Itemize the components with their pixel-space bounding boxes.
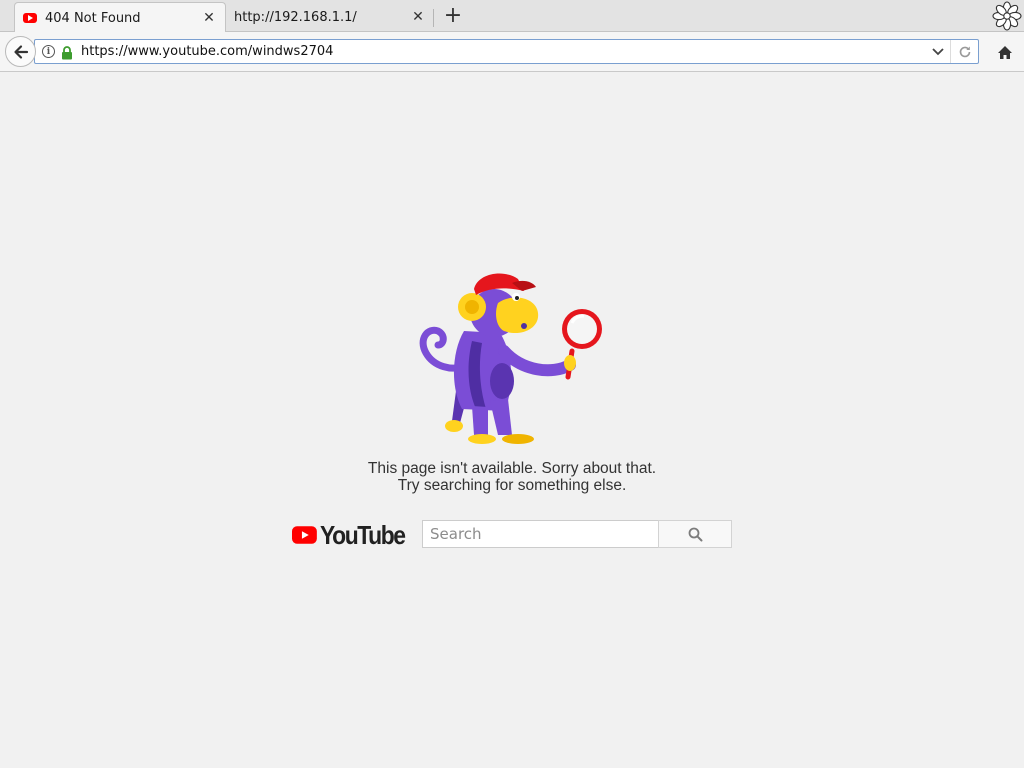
error-message: This page isn't available. Sorry about t… <box>312 460 712 494</box>
home-button[interactable] <box>992 40 1018 64</box>
app-menu-flower-icon[interactable] <box>990 0 1024 32</box>
close-tab-icon[interactable]: ✕ <box>201 10 217 26</box>
reload-icon[interactable] <box>950 40 978 63</box>
arrow-left-icon <box>13 44 28 59</box>
tab-404-not-found[interactable]: 404 Not Found ✕ <box>14 2 226 33</box>
home-icon <box>998 45 1012 59</box>
lock-icon[interactable] <box>61 45 73 59</box>
new-tab-button[interactable]: + <box>440 4 466 28</box>
tab-router[interactable]: http://192.168.1.1/ ✕ <box>226 2 434 32</box>
monkey-illustration <box>412 271 612 451</box>
youtube-wordmark: YouTube <box>319 519 406 550</box>
youtube-play-icon <box>292 526 317 544</box>
search-button[interactable] <box>658 520 732 548</box>
search-input[interactable] <box>422 520 659 548</box>
error-line-1: This page isn't available. Sorry about t… <box>367 460 657 477</box>
youtube-favicon-icon <box>23 13 37 23</box>
error-line-2: Try searching for something else. <box>397 477 627 494</box>
tab-title: http://192.168.1.1/ <box>234 9 357 25</box>
address-bar[interactable]: i https://www.youtube.com/windws2704 <box>34 39 979 64</box>
navigation-bar: i https://www.youtube.com/windws2704 <box>0 32 1024 72</box>
youtube-logo[interactable]: YouTube <box>292 519 416 551</box>
url-text[interactable]: https://www.youtube.com/windws2704 <box>81 44 926 59</box>
search-icon <box>688 527 702 541</box>
chevron-down-icon[interactable] <box>926 40 950 63</box>
tab-title: 404 Not Found <box>45 10 141 26</box>
page-content: This page isn't available. Sorry about t… <box>0 73 1024 768</box>
tab-strip: 404 Not Found ✕ http://192.168.1.1/ ✕ + <box>0 0 1024 33</box>
back-button[interactable] <box>5 36 36 67</box>
close-tab-icon[interactable]: ✕ <box>410 9 426 25</box>
site-info-icon[interactable]: i <box>42 45 55 58</box>
